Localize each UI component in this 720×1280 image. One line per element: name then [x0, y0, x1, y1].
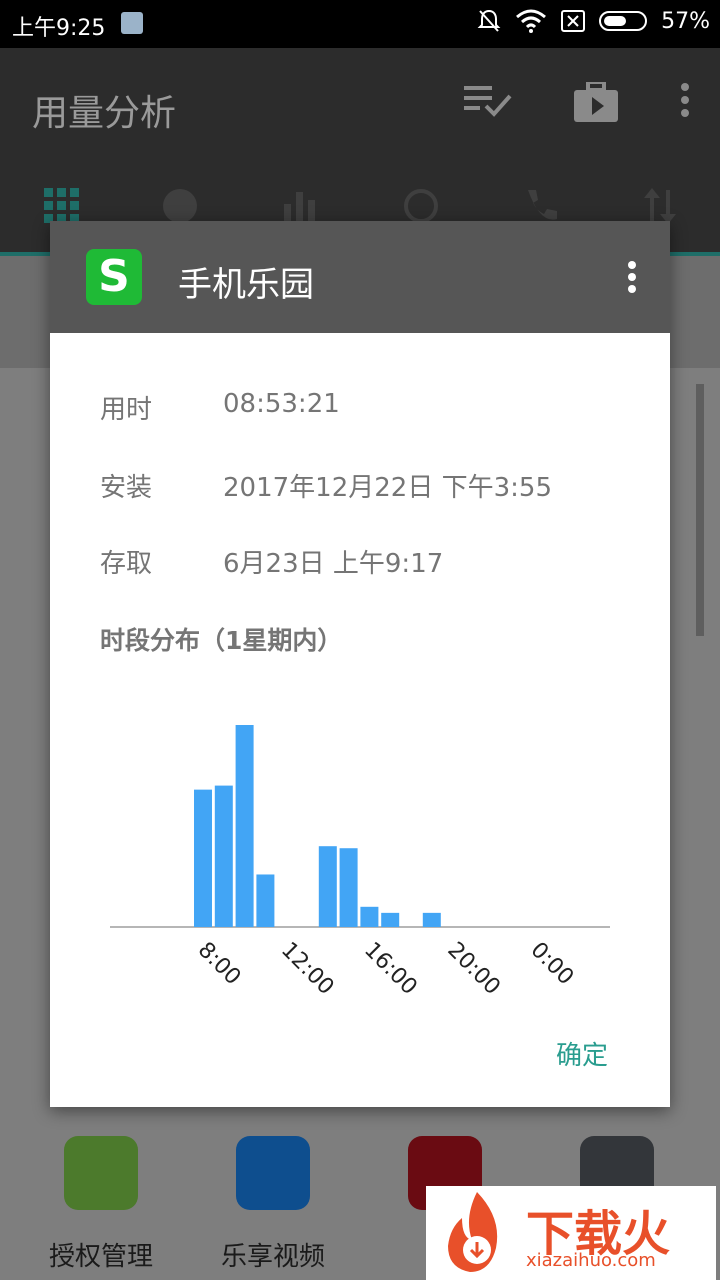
x-tick-label: 0:00 — [526, 938, 579, 991]
chart-bar — [339, 848, 358, 927]
overflow-menu-icon[interactable] — [680, 82, 690, 118]
access-label: 存取 — [100, 549, 153, 579]
briefcase-play-icon[interactable] — [574, 82, 618, 122]
access-value: 6月23日 上午9:17 — [223, 549, 444, 579]
app-usage-dialog: S 手机乐园 用时 08:53:21 安装 2017年12月22日 下午3:55… — [50, 221, 670, 1107]
tab-history-icon[interactable] — [400, 186, 440, 226]
status-bar: 上午9:25 57% — [0, 0, 720, 48]
dialog-header: S 手机乐园 — [50, 221, 670, 333]
tab-data-transfer-icon[interactable] — [640, 186, 680, 226]
chart-bar — [381, 912, 400, 927]
watermark: 下载火 xiazaihuo.com — [426, 1186, 716, 1280]
android-icon — [64, 1136, 138, 1210]
background-scrollbar — [696, 384, 704, 636]
chart-bar — [214, 785, 233, 927]
chart-bar — [422, 912, 441, 927]
bg-app-item[interactable]: 乐享视频 — [198, 1136, 348, 1273]
mute-icon — [477, 9, 501, 32]
fire-logo-icon — [448, 1192, 498, 1272]
distribution-title: 时段分布（1星期内） — [100, 626, 343, 655]
chart-bar — [235, 725, 254, 927]
app-title: 用量分析 — [32, 93, 177, 134]
tab-pie-icon[interactable] — [160, 186, 200, 226]
chart-bar — [360, 906, 379, 927]
hourly-bar-chart: 8:00 12:00 16:00 20:00 0:00 — [110, 725, 610, 1001]
x-tick-label: 20:00 — [442, 938, 505, 1001]
dialog-menu-icon[interactable] — [626, 261, 638, 295]
chart-bar — [256, 874, 275, 927]
checklist-icon[interactable] — [464, 82, 512, 118]
x-tick-label: 8:00 — [193, 938, 246, 991]
battery-icon — [599, 11, 648, 31]
notification-icon — [121, 12, 143, 34]
usage-time-value: 08:53:21 — [223, 389, 340, 419]
tab-bar-chart-icon[interactable] — [280, 186, 320, 226]
bg-app-item[interactable]: 授权管理 — [26, 1136, 176, 1273]
install-label: 安装 — [100, 473, 153, 503]
status-time: 上午9:25 — [12, 16, 106, 41]
ok-button[interactable]: 确定 — [556, 1035, 608, 1072]
chart-bar — [318, 846, 337, 927]
x-tick-label: 12:00 — [276, 938, 339, 1001]
wifi-icon — [516, 9, 547, 33]
dialog-title: 手机乐园 — [178, 265, 314, 305]
app-s-icon: S — [86, 249, 142, 305]
battery-percent: 57% — [661, 8, 710, 34]
x-tick-label: 16:00 — [359, 938, 422, 1001]
video-app-icon — [236, 1136, 310, 1210]
tab-phone-icon[interactable] — [520, 186, 560, 226]
tab-grid-icon[interactable] — [42, 186, 82, 226]
install-value: 2017年12月22日 下午3:55 — [223, 473, 552, 503]
usage-time-label: 用时 — [100, 395, 153, 425]
no-sim-icon — [561, 10, 586, 32]
watermark-url: xiazaihuo.com — [526, 1250, 656, 1271]
chart-bar — [194, 789, 212, 927]
